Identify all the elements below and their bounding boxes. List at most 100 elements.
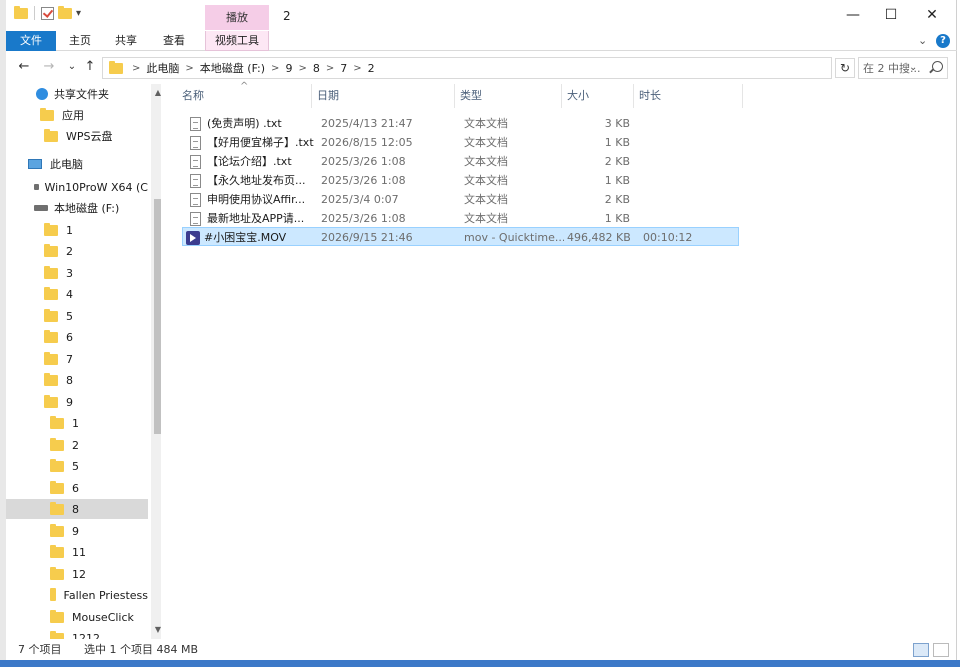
nav-item-folder[interactable]: 5	[6, 306, 148, 326]
column-header-name[interactable]: ^ 名称	[178, 81, 312, 108]
file-row[interactable]: 【永久地址发布页... 2025/3/26 1:08 文本文档 1 KB	[182, 171, 742, 190]
breadcrumb-2[interactable]: 2	[368, 62, 375, 75]
tab-file[interactable]: 文件	[6, 31, 56, 51]
ribbon-tabs: 文件 主页 共享 查看 视频工具 ⌄ ?	[6, 31, 957, 51]
tab-home[interactable]: 主页	[60, 31, 100, 51]
breadcrumb-this-pc[interactable]: 此电脑	[146, 60, 179, 76]
properties-icon[interactable]	[41, 6, 54, 20]
folder-icon	[50, 480, 64, 494]
nav-item-drive-f[interactable]: 本地磁盘 (F:)	[6, 198, 148, 218]
breadcrumb-8[interactable]: 8	[313, 62, 320, 75]
column-header-duration[interactable]: 时长	[635, 84, 743, 108]
tab-view[interactable]: 查看	[154, 31, 194, 51]
nav-item-folder[interactable]: 1	[6, 220, 148, 240]
file-row[interactable]: 申明使用协议Affir... 2025/3/4 0:07 文本文档 2 KB	[182, 190, 742, 209]
folder-icon	[44, 128, 58, 142]
nav-item-apps[interactable]: 应用	[6, 105, 148, 125]
nav-item-folder[interactable]: Fallen Priestess	[6, 585, 148, 605]
column-header-size[interactable]: 大小	[563, 84, 634, 108]
file-row-selected[interactable]: #小困宝宝.MOV 2026/9/15 21:46 mov - Quicktim…	[182, 227, 739, 246]
scroll-up-arrow-icon[interactable]: ▲	[153, 88, 161, 97]
breadcrumb-separator[interactable]: >	[185, 63, 193, 74]
search-icon[interactable]	[932, 61, 943, 72]
nav-item-label: Fallen Priestess	[63, 588, 148, 602]
file-row[interactable]: 【论坛介绍】.txt 2025/3/26 1:08 文本文档 2 KB	[182, 152, 742, 171]
nav-item-folder[interactable]: 6	[6, 327, 148, 347]
nav-item-label: 2	[72, 438, 79, 452]
file-row[interactable]: 【好用便宜梯子】.txt 2026/8/15 12:05 文本文档 1 KB	[182, 133, 742, 152]
file-name: 申明使用协议Affir...	[207, 193, 306, 206]
nav-item-folder[interactable]: 1	[6, 413, 148, 433]
file-size: 3 KB	[604, 117, 630, 130]
nav-item-folder[interactable]: 8	[6, 370, 148, 390]
context-tab-header[interactable]: 播放	[205, 5, 269, 30]
file-size: 1 KB	[604, 136, 630, 149]
sort-ascending-icon: ^	[240, 81, 249, 92]
breadcrumb-separator[interactable]: >	[353, 63, 361, 74]
refresh-button[interactable]: ↻	[835, 58, 855, 78]
folder-icon	[44, 308, 58, 322]
nav-item-folder[interactable]: 11	[6, 542, 148, 562]
tab-video-tools[interactable]: 视频工具	[205, 31, 269, 51]
folder-icon	[50, 609, 64, 623]
nav-item-folder[interactable]: 2	[6, 435, 148, 455]
minimize-button[interactable]: —	[844, 6, 862, 24]
breadcrumb-7[interactable]: 7	[340, 62, 347, 75]
maximize-button[interactable]: ☐	[882, 6, 900, 24]
customize-qat-chevron-icon[interactable]: ▾	[76, 8, 81, 19]
close-button[interactable]: ✕	[923, 6, 941, 24]
file-row[interactable]: (免责声明) .txt 2025/4/13 21:47 文本文档 3 KB	[182, 114, 742, 133]
up-button[interactable]: ↑	[82, 59, 98, 75]
nav-item-drive-c[interactable]: Win10ProW X64 (C	[6, 177, 148, 197]
nav-item-folder[interactable]: MouseClick	[6, 607, 148, 627]
file-date: 2026/9/15 21:46	[321, 231, 413, 244]
nav-item-wps-cloud[interactable]: WPS云盘	[6, 126, 148, 146]
nav-item-folder[interactable]: 3	[6, 263, 148, 283]
nav-item-folder[interactable]: 4	[6, 284, 148, 304]
status-bar: 7 个项目 选中 1 个项目 484 MB	[6, 640, 957, 660]
file-row[interactable]: 最新地址及APP请... 2025/3/26 1:08 文本文档 1 KB	[182, 209, 742, 228]
folder-icon	[50, 415, 64, 429]
folder-icon	[109, 60, 123, 74]
folder-icon	[50, 544, 64, 558]
breadcrumb-9[interactable]: 9	[285, 62, 292, 75]
breadcrumb-separator[interactable]: >	[326, 63, 334, 74]
nav-item-folder[interactable]: 12	[6, 564, 148, 584]
drive-icon	[34, 205, 48, 211]
nav-item-folder[interactable]: 9	[6, 392, 148, 412]
tab-share[interactable]: 共享	[106, 31, 146, 51]
nav-item-folder[interactable]: 9	[6, 521, 148, 541]
address-bar[interactable]: > 此电脑 > 本地磁盘 (F:) > 9 > 8 > 7 > 2 ⌄	[102, 57, 917, 79]
nav-item-shared-folder[interactable]: 共享文件夹	[6, 84, 148, 104]
breadcrumb-separator[interactable]: >	[132, 63, 140, 74]
explorer-window: ▾ 播放 2 — ☐ ✕ 文件 主页 共享 查看 视频工具 ⌄ ? ← → ⌄ …	[6, 0, 957, 660]
forward-button[interactable]: →	[41, 59, 57, 75]
nav-item-folder-selected[interactable]: 8	[6, 499, 148, 519]
breadcrumb-drive-f[interactable]: 本地磁盘 (F:)	[200, 60, 265, 76]
nav-item-folder[interactable]: 7	[6, 349, 148, 369]
recent-locations-chevron-icon[interactable]: ⌄	[64, 59, 80, 75]
folder-icon	[50, 501, 64, 515]
column-header-type[interactable]: 类型	[456, 84, 562, 108]
nav-item-folder[interactable]: 2	[6, 241, 148, 261]
nav-item-folder[interactable]: 5	[6, 456, 148, 476]
back-button[interactable]: ←	[16, 59, 32, 75]
ribbon-expand-chevron-icon[interactable]: ⌄	[918, 34, 927, 47]
breadcrumb-separator[interactable]: >	[298, 63, 306, 74]
breadcrumb-separator[interactable]: >	[271, 63, 279, 74]
nav-item-folder[interactable]: 1212	[6, 628, 148, 639]
nav-item-folder[interactable]: 6	[6, 478, 148, 498]
large-icons-view-icon[interactable]	[933, 643, 949, 657]
column-header-date[interactable]: 日期	[313, 84, 455, 108]
nav-scrollbar-thumb[interactable]	[154, 199, 161, 434]
search-input[interactable]: 在 2 中搜...	[858, 57, 948, 79]
scroll-down-arrow-icon[interactable]: ▼	[153, 625, 161, 634]
folder-icon	[50, 437, 64, 451]
nav-item-label: 9	[66, 395, 73, 409]
new-folder-icon[interactable]	[58, 5, 72, 19]
details-view-icon[interactable]	[913, 643, 929, 657]
folder-icon	[50, 587, 56, 601]
nav-item-this-pc[interactable]: 此电脑	[6, 154, 148, 174]
help-icon[interactable]: ?	[936, 34, 950, 48]
taskbar-strip	[0, 660, 960, 667]
